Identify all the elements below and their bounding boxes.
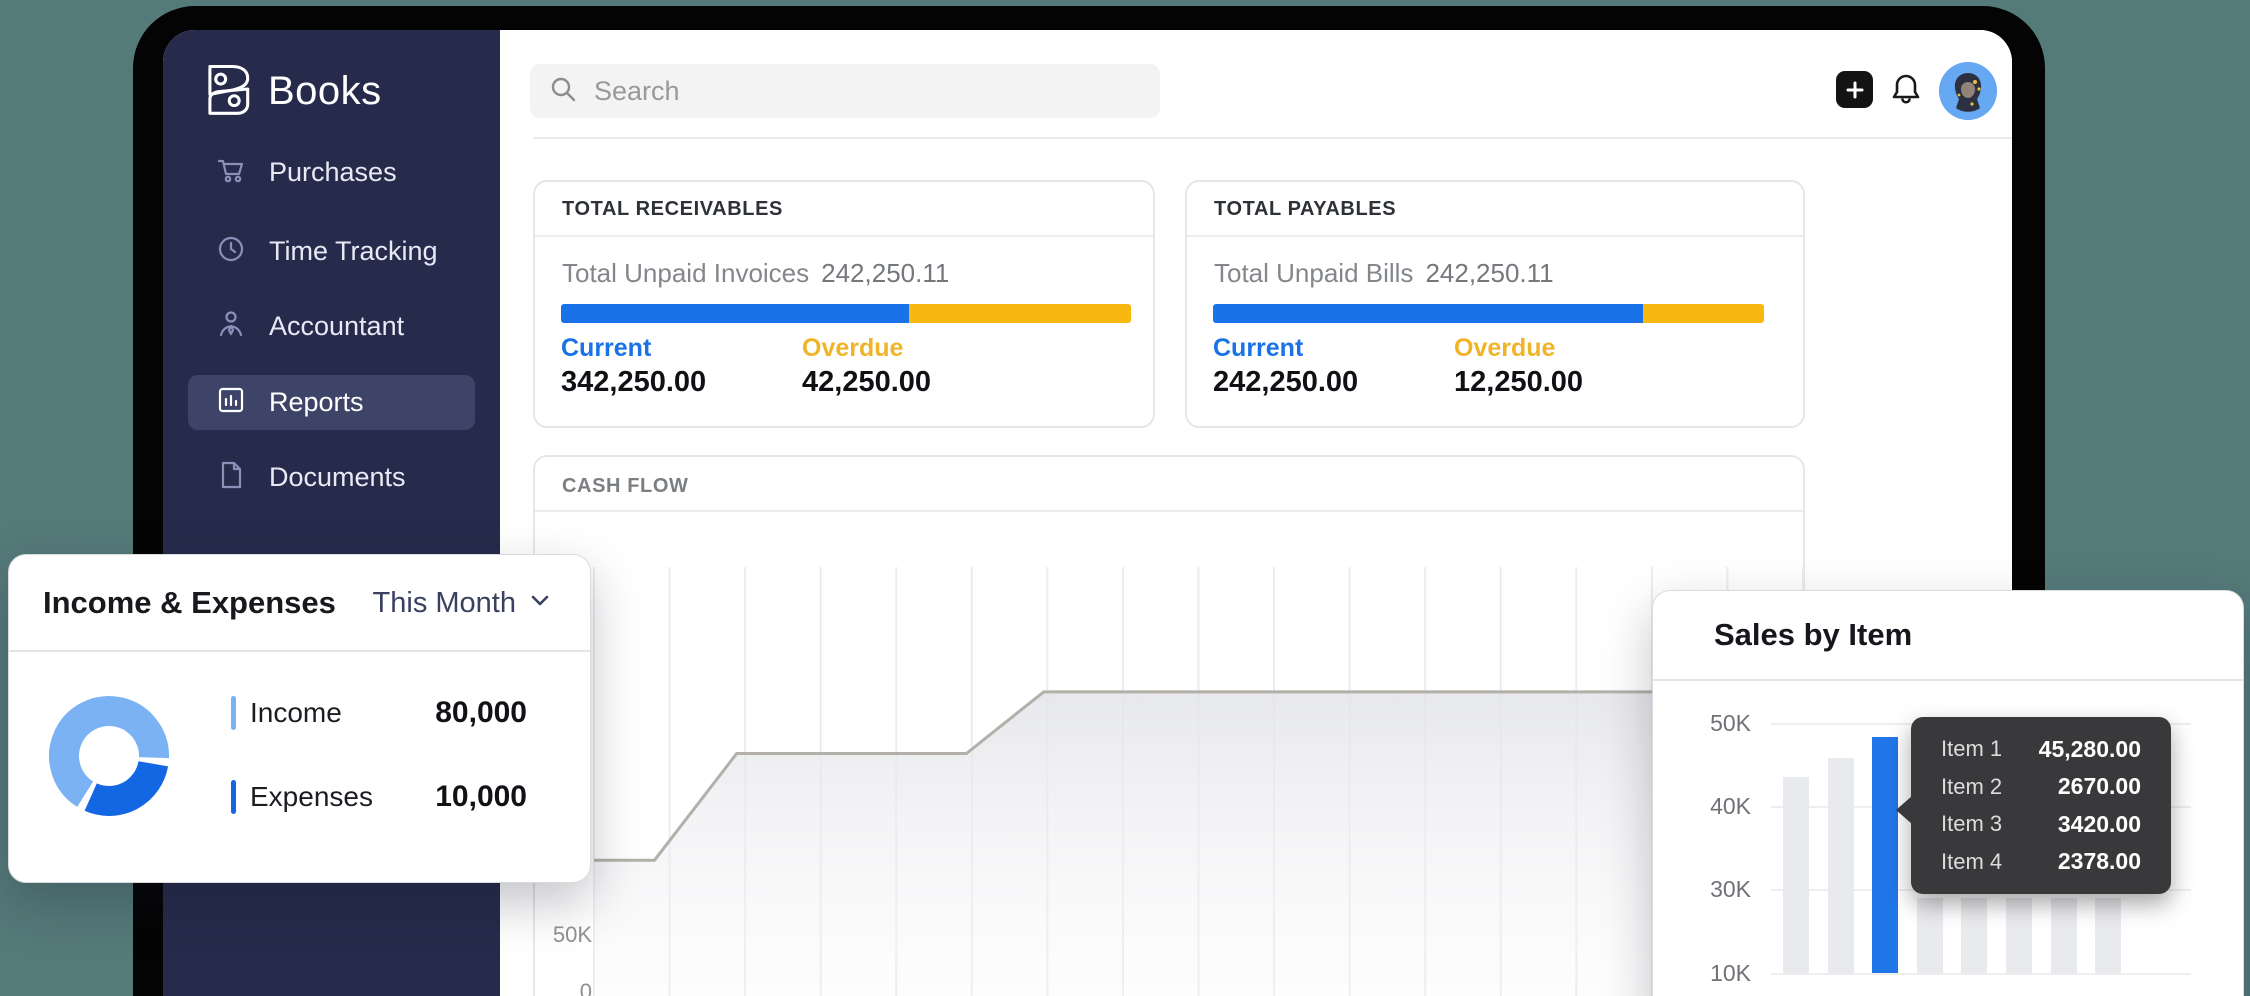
current-segment: [1213, 304, 1643, 323]
sidebar-item-documents[interactable]: Documents: [188, 450, 475, 505]
current-label: Current: [561, 334, 651, 363]
unpaid-summary: Total Unpaid Bills 242,250.11: [1214, 258, 1554, 289]
overdue-label: Overdue: [1454, 334, 1555, 363]
tooltip-item-value: 2670.00: [2058, 773, 2141, 800]
sales-bar[interactable]: [2095, 898, 2121, 973]
card-divider: [1187, 235, 1803, 237]
overdue-segment: [909, 304, 1131, 323]
y-axis-label-0: 0: [535, 979, 592, 996]
overdue-label: Overdue: [802, 334, 903, 363]
user-avatar[interactable]: [1939, 62, 1997, 120]
period-dropdown[interactable]: This Month: [373, 587, 552, 620]
sales-bar[interactable]: [1828, 758, 1854, 973]
unpaid-label: Total Unpaid Bills: [1214, 258, 1413, 288]
sidebar-item-label: Purchases: [269, 157, 397, 188]
card-divider: [9, 650, 590, 652]
tooltip-item-value: 2378.00: [2058, 848, 2141, 875]
card-title: TOTAL PAYABLES: [1214, 198, 1396, 221]
search-input[interactable]: [592, 75, 1142, 108]
search-icon: [548, 74, 578, 109]
sidebar-item-reports[interactable]: Reports: [188, 375, 475, 430]
cash-flow-chart: [590, 557, 1807, 996]
unpaid-summary: Total Unpaid Invoices 242,250.11: [562, 258, 949, 289]
legend-expenses: Expenses 10,000: [231, 780, 527, 814]
tooltip-item-label: Item 2: [1941, 774, 2002, 800]
sidebar-item-label: Documents: [269, 462, 406, 493]
card-divider: [535, 235, 1153, 237]
income-legend-marker: [231, 696, 236, 730]
tooltip-row: Item 2 2670.00: [1911, 773, 2171, 800]
sales-tooltip: Item 1 45,280.00 Item 2 2670.00 Item 3 3…: [1911, 717, 2171, 894]
expenses-legend-marker: [231, 780, 236, 814]
tooltip-item-value: 45,280.00: [2039, 736, 2141, 763]
unpaid-amount: 242,250.11: [821, 258, 949, 288]
clock-icon: [215, 233, 247, 270]
document-icon: [215, 459, 247, 496]
current-value: 342,250.00: [561, 366, 706, 399]
current-value: 242,250.00: [1213, 366, 1358, 399]
unpaid-label: Total Unpaid Invoices: [562, 258, 809, 288]
income-value: 80,000: [435, 696, 527, 730]
expenses-value: 10,000: [435, 780, 527, 814]
sidebar-item-accountant[interactable]: Accountant: [188, 299, 475, 354]
sales-bar[interactable]: [2006, 898, 2032, 973]
cart-icon: [215, 154, 247, 191]
notification-bell-icon[interactable]: [1884, 68, 1928, 112]
search-box[interactable]: [530, 64, 1160, 118]
sales-bar[interactable]: [1917, 898, 1943, 973]
tooltip-row: Item 3 3420.00: [1911, 811, 2171, 838]
current-segment: [561, 304, 909, 323]
tooltip-item-label: Item 1: [1941, 736, 2002, 762]
sidebar-item-purchases[interactable]: Purchases: [188, 145, 475, 200]
card-title: Income & Expenses: [43, 585, 336, 621]
sidebar-item-label: Time Tracking: [269, 236, 438, 267]
sales-by-item-card: Sales by Item 50K 40K 30K 10K Item 1 45,…: [1652, 590, 2244, 996]
tooltip-item-label: Item 4: [1941, 849, 2002, 875]
overdue-value: 12,250.00: [1454, 366, 1583, 399]
app-logo: Books: [200, 62, 382, 121]
sales-bar[interactable]: [1783, 777, 1809, 973]
sales-bar-highlighted[interactable]: [1872, 737, 1898, 973]
card-divider: [535, 510, 1803, 512]
sales-bar[interactable]: [2051, 898, 2077, 973]
income-expenses-header: Income & Expenses This Month: [9, 555, 590, 651]
unpaid-amount: 242,250.11: [1425, 258, 1553, 288]
y-axis-label-50k: 50K: [535, 922, 592, 948]
expenses-label: Expenses: [250, 781, 373, 813]
sidebar-item-label: Reports: [269, 387, 364, 418]
app-title: Books: [268, 69, 382, 114]
total-payables-card: TOTAL PAYABLES Total Unpaid Bills 242,250…: [1185, 180, 1805, 428]
tooltip-item-value: 3420.00: [2058, 811, 2141, 838]
person-icon: [215, 308, 247, 345]
topbar-divider: [533, 137, 2012, 139]
receivables-progress-bar: [561, 304, 1131, 323]
period-value: This Month: [373, 587, 516, 620]
income-expenses-card: Income & Expenses This Month Income 80,0…: [8, 554, 591, 883]
total-receivables-card: TOTAL RECEIVABLES Total Unpaid Invoices 2…: [533, 180, 1155, 428]
page-background: Books Purchases: [0, 0, 2250, 996]
legend-income: Income 80,000: [231, 696, 527, 730]
overdue-segment: [1643, 304, 1764, 323]
payables-progress-bar: [1213, 304, 1764, 323]
tooltip-row: Item 4 2378.00: [1911, 848, 2171, 875]
card-title: CASH FLOW: [562, 475, 689, 498]
income-label: Income: [250, 697, 342, 729]
cash-flow-card: CASH FLOW 50K 0: [533, 455, 1805, 996]
tooltip-item-label: Item 3: [1941, 811, 2002, 837]
income-expenses-donut-chart: [39, 686, 179, 826]
card-title: TOTAL RECEIVABLES: [562, 198, 783, 221]
tooltip-row: Item 1 45,280.00: [1911, 736, 2171, 763]
sidebar-item-time-tracking[interactable]: Time Tracking: [188, 224, 475, 279]
books-logo-icon: [200, 62, 254, 121]
add-button[interactable]: [1836, 71, 1873, 108]
sidebar-item-label: Accountant: [269, 311, 404, 342]
current-label: Current: [1213, 334, 1303, 363]
bar-chart-icon: [215, 384, 247, 421]
chevron-down-icon: [528, 587, 552, 620]
sales-bar[interactable]: [1961, 898, 1987, 973]
overdue-value: 42,250.00: [802, 366, 931, 399]
